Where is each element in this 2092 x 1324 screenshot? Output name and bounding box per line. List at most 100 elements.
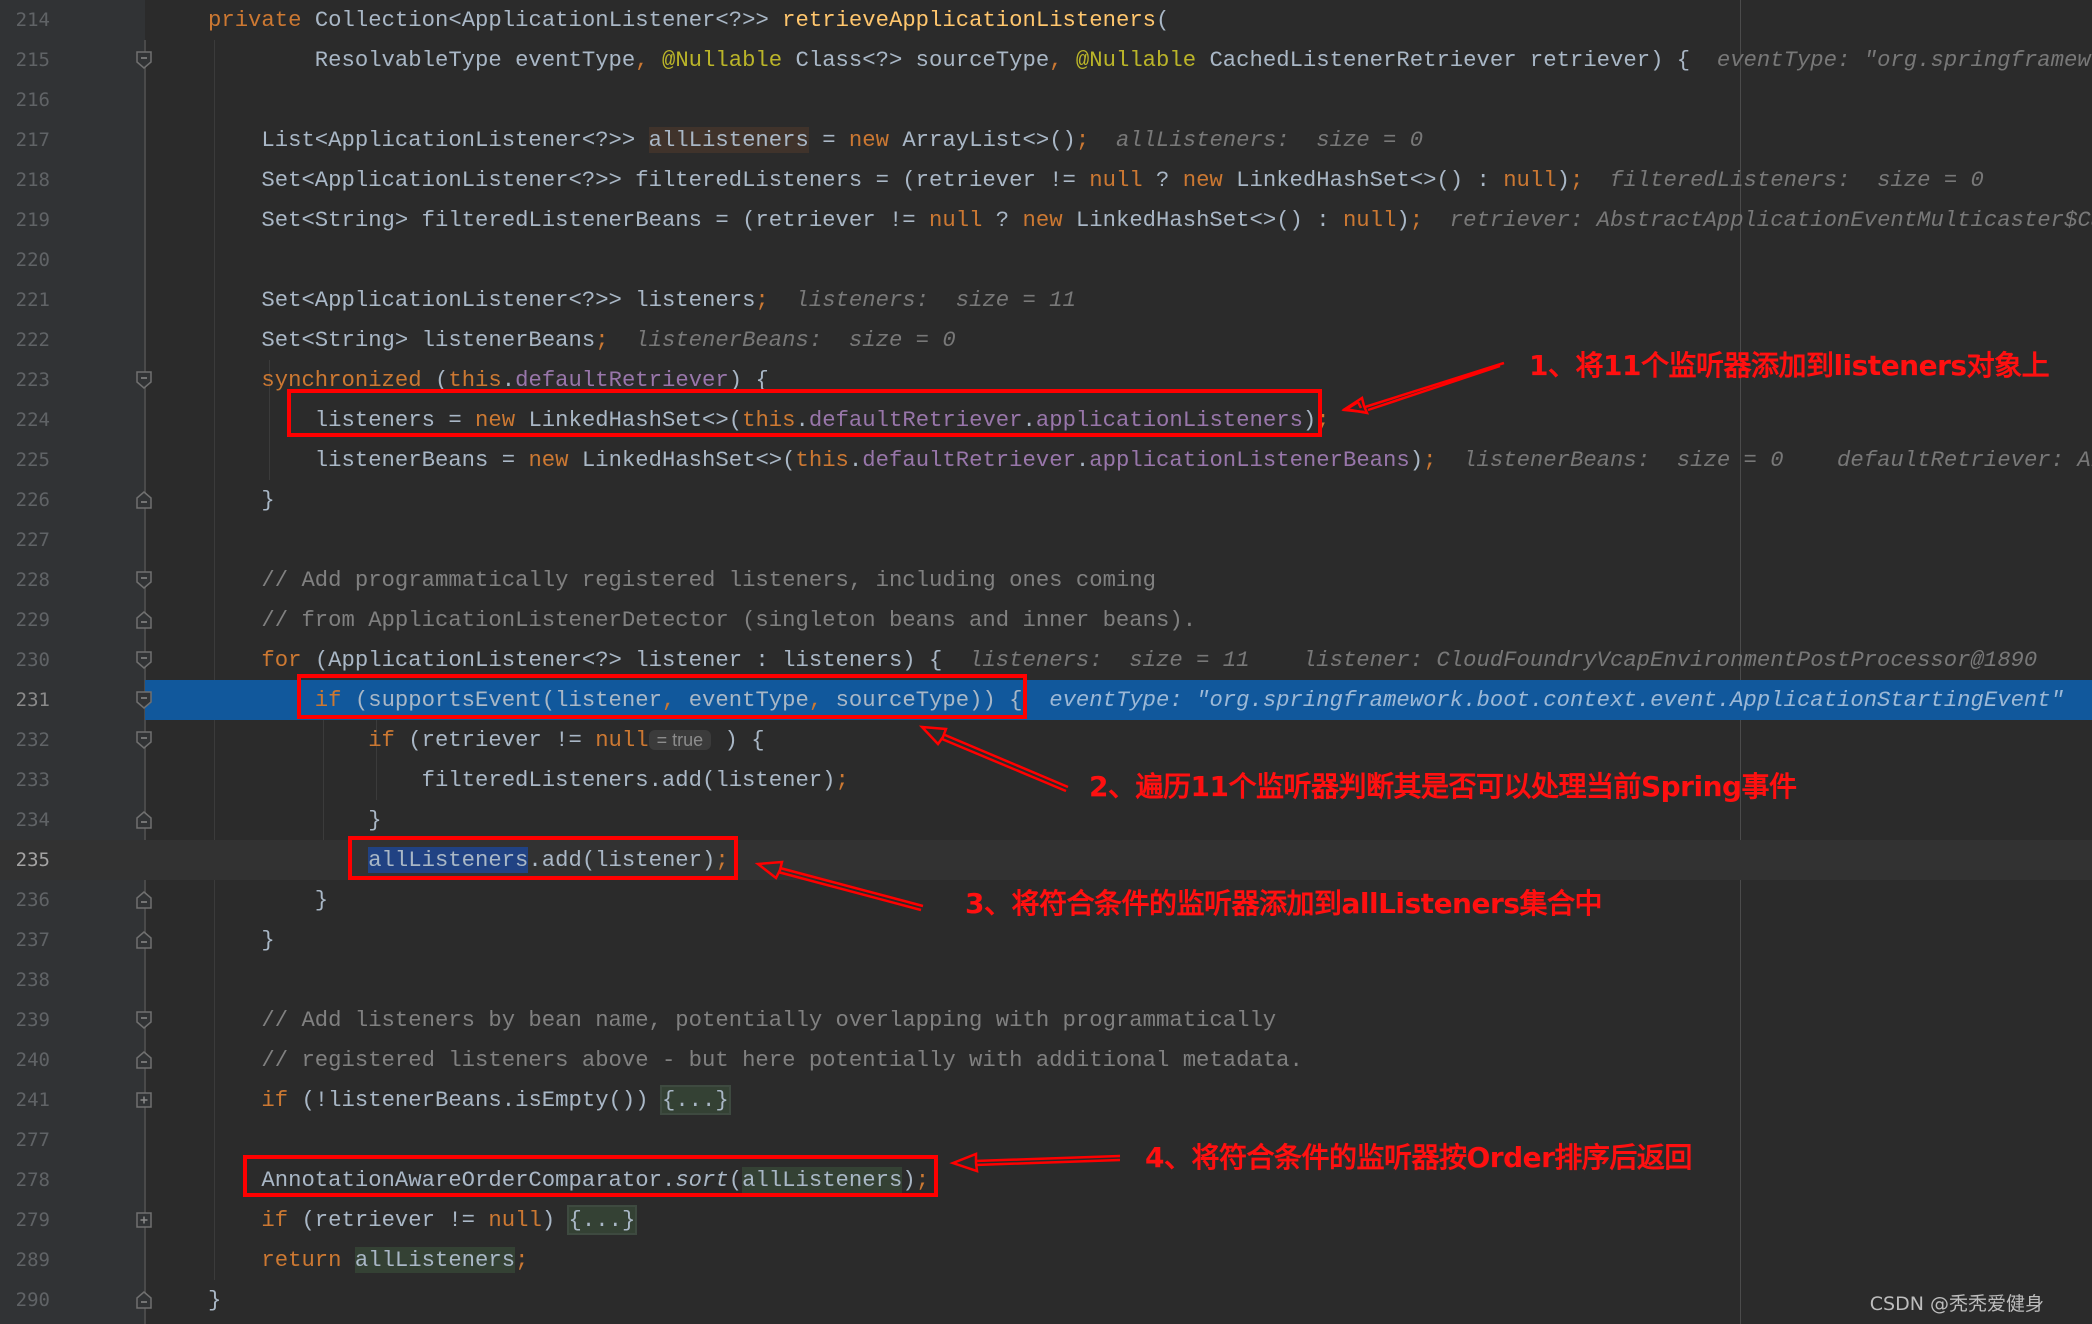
code-line-221[interactable]: 221 Set<ApplicationListener<?>> listeners… xyxy=(0,280,2092,320)
line-number[interactable]: 236 xyxy=(0,880,50,920)
code-line-217[interactable]: 217 List<ApplicationListener<?>> allListe… xyxy=(0,120,2092,160)
code-token: ResolvableType eventType xyxy=(314,47,636,73)
line-number[interactable]: 222 xyxy=(0,320,50,360)
code-token: (retriever != xyxy=(408,727,596,753)
line-number[interactable]: 232 xyxy=(0,720,50,760)
code-line-239[interactable]: 239 // Add listeners by bean name, potent… xyxy=(0,1000,2092,1040)
code-line-214[interactable]: 214 private Collection<ApplicationListene… xyxy=(0,0,2092,40)
code-line-241[interactable]: 241 if (!listenerBeans.isEmpty()) {...} xyxy=(0,1080,2092,1120)
code-token: ( xyxy=(1156,7,1170,33)
line-number[interactable]: 230 xyxy=(0,640,50,680)
code-token: Collection<ApplicationListener<?>> xyxy=(314,7,783,33)
line-number[interactable]: 237 xyxy=(0,920,50,960)
line-number[interactable]: 239 xyxy=(0,1000,50,1040)
fold-expanded-end-icon[interactable] xyxy=(136,1291,152,1309)
line-number[interactable]: 233 xyxy=(0,760,50,800)
comment: // from ApplicationListenerDetector (sin… xyxy=(261,607,1197,633)
line-number[interactable]: 214 xyxy=(0,0,50,40)
line-number[interactable]: 231 xyxy=(0,680,50,720)
watermark: CSDN @秃秃爱健身 xyxy=(1869,1293,2044,1315)
line-number[interactable]: 221 xyxy=(0,280,50,320)
line-number[interactable]: 218 xyxy=(0,160,50,200)
code-line-240[interactable]: 240 // registered listeners above - but h… xyxy=(0,1040,2092,1080)
line-number[interactable]: 225 xyxy=(0,440,50,480)
fold-expanded-start-icon[interactable] xyxy=(136,571,152,589)
code-text: listenerBeans = new LinkedHashSet<>(this… xyxy=(315,440,2092,480)
code-line-220[interactable]: 220 xyxy=(0,240,2092,280)
code-line-238[interactable]: 238 xyxy=(0,960,2092,1000)
fold-expanded-end-icon[interactable] xyxy=(136,891,152,909)
line-number[interactable]: 217 xyxy=(0,120,50,160)
code-line-277[interactable]: 277 xyxy=(0,1120,2092,1160)
fold-collapsed-icon[interactable] xyxy=(136,1211,152,1229)
line-number[interactable]: 241 xyxy=(0,1080,50,1120)
line-number[interactable]: 216 xyxy=(0,80,50,120)
code-line-232[interactable]: 232 if (retriever != null = true ) { xyxy=(0,720,2092,760)
line-number[interactable]: 240 xyxy=(0,1040,50,1080)
keyword: null xyxy=(595,727,649,753)
annotation-1: 1、将11个监听器添加到listeners对象上 xyxy=(1529,349,2050,382)
fold-expanded-start-icon[interactable] xyxy=(136,691,152,709)
code-text: if (!listenerBeans.isEmpty()) {...} xyxy=(261,1080,731,1120)
code-line-218[interactable]: 218 Set<ApplicationListener<?>> filteredL… xyxy=(0,160,2092,200)
line-number[interactable]: 220 xyxy=(0,240,50,280)
code-line-228[interactable]: 228 // Add programmatically registered li… xyxy=(0,560,2092,600)
read-usage-highlight: allListeners xyxy=(354,1247,516,1273)
line-number[interactable]: 290 xyxy=(0,1280,50,1320)
code-token: (!listenerBeans.isEmpty()) xyxy=(301,1087,662,1113)
line-number[interactable]: 215 xyxy=(0,40,50,80)
code-line-234[interactable]: 234} xyxy=(0,800,2092,840)
fold-expanded-end-icon[interactable] xyxy=(136,491,152,509)
line-number[interactable]: 229 xyxy=(0,600,50,640)
fold-expanded-start-icon[interactable] xyxy=(136,651,152,669)
code-line-279[interactable]: 279 if (retriever != null) {...} xyxy=(0,1200,2092,1240)
fold-expanded-start-icon[interactable] xyxy=(136,731,152,749)
line-number[interactable]: 223 xyxy=(0,360,50,400)
keyword: return xyxy=(261,1247,355,1273)
line-number[interactable]: 238 xyxy=(0,960,50,1000)
code-line-289[interactable]: 289 return allListeners; xyxy=(0,1240,2092,1280)
keyword: ; xyxy=(755,287,796,313)
line-number[interactable]: 235 xyxy=(0,840,50,880)
code-line-229[interactable]: 229 // from ApplicationListenerDetector (… xyxy=(0,600,2092,640)
highlight-box-line-224 xyxy=(287,389,1322,437)
code-line-237[interactable]: 237} xyxy=(0,920,2092,960)
code-line-235[interactable]: 235 allListeners.add(listener); xyxy=(0,840,2092,880)
code-line-226[interactable]: 226} xyxy=(0,480,2092,520)
line-number[interactable]: 234 xyxy=(0,800,50,840)
code-text: return allListeners; xyxy=(261,1240,528,1280)
folded-code-placeholder[interactable]: {...} xyxy=(659,1085,731,1115)
line-number[interactable]: 224 xyxy=(0,400,50,440)
line-number[interactable]: 279 xyxy=(0,1200,50,1240)
code-text: Set<ApplicationListener<?>> listeners; l… xyxy=(261,280,1076,320)
fold-expanded-end-icon[interactable] xyxy=(136,811,152,829)
inlay-hint: = true xyxy=(648,730,712,750)
code-line-290[interactable]: 290} xyxy=(0,1280,2092,1320)
code-token: Class<?> sourceType xyxy=(795,47,1050,73)
code-line-227[interactable]: 227 xyxy=(0,520,2092,560)
fold-expanded-start-icon[interactable] xyxy=(136,371,152,389)
code-line-216[interactable]: 216 xyxy=(0,80,2092,120)
line-number[interactable]: 277 xyxy=(0,1120,50,1160)
fold-expanded-end-icon[interactable] xyxy=(136,931,152,949)
code-token: } xyxy=(261,927,275,953)
code-editor[interactable]: 214 private Collection<ApplicationListene… xyxy=(0,0,2092,1324)
line-number[interactable]: 278 xyxy=(0,1160,50,1200)
highlight-box-line-278 xyxy=(243,1155,938,1197)
line-number[interactable]: 228 xyxy=(0,560,50,600)
keyword: ; xyxy=(1569,167,1611,193)
code-line-219[interactable]: 219 Set<String> filteredListenerBeans = (… xyxy=(0,200,2092,240)
fold-collapsed-icon[interactable] xyxy=(136,1091,152,1109)
fold-expanded-end-icon[interactable] xyxy=(136,1051,152,1069)
line-number[interactable]: 219 xyxy=(0,200,50,240)
fold-expanded-start-icon[interactable] xyxy=(136,1011,152,1029)
keyword: , xyxy=(1049,47,1076,73)
code-line-215[interactable]: 215 ResolvableType eventType, @Nullable C… xyxy=(0,40,2092,80)
fold-expanded-end-icon[interactable] xyxy=(136,611,152,629)
code-line-225[interactable]: 225 listenerBeans = new LinkedHashSet<>(t… xyxy=(0,440,2092,480)
line-number[interactable]: 226 xyxy=(0,480,50,520)
fold-expanded-start-icon[interactable] xyxy=(136,51,152,69)
line-number[interactable]: 289 xyxy=(0,1240,50,1280)
line-number[interactable]: 227 xyxy=(0,520,50,560)
folded-code-placeholder[interactable]: {...} xyxy=(566,1205,638,1235)
